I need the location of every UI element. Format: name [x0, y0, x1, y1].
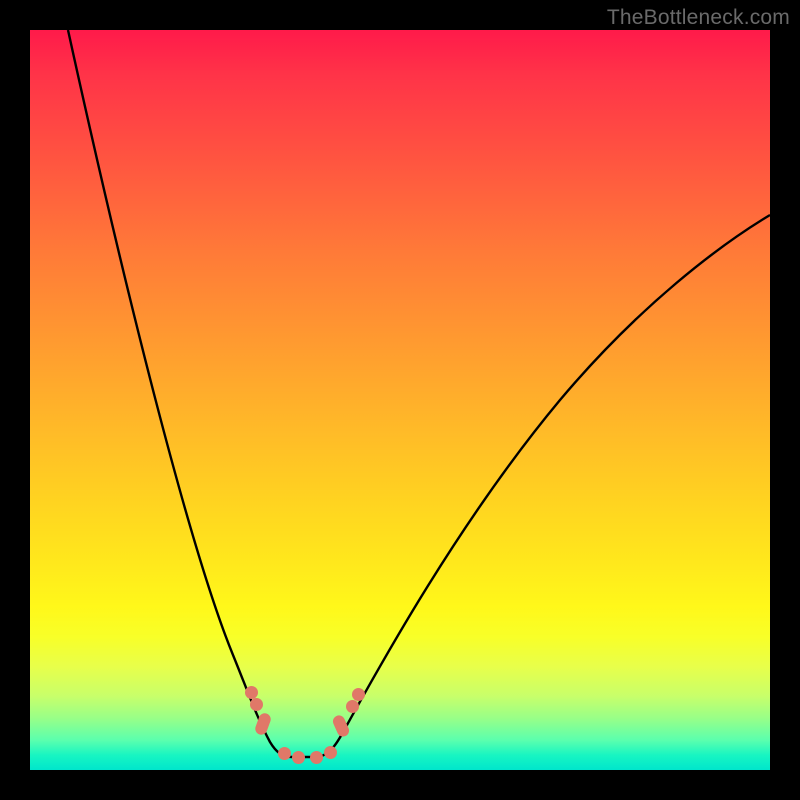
- curve-bead: [278, 747, 291, 760]
- curve-bead-upper-right: [346, 700, 359, 713]
- curve-bead: [310, 751, 323, 764]
- curve-bead-upper-left: [250, 698, 263, 711]
- curve-bead: [324, 746, 337, 759]
- v-curve: [30, 30, 770, 770]
- curve-bead: [292, 751, 305, 764]
- chart-plot-area: [30, 30, 770, 770]
- curve-bead-upper-right: [352, 688, 365, 701]
- watermark-text: TheBottleneck.com: [607, 6, 790, 30]
- curve-path: [68, 30, 770, 757]
